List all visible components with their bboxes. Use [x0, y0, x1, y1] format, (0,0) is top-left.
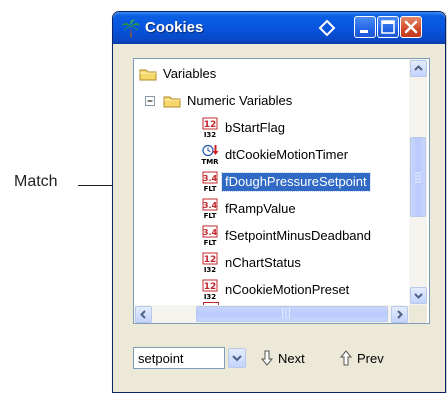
- variable-tree[interactable]: Variables Numeric Variables 12 I32 bStar…: [133, 58, 430, 324]
- int-type-icon: 12 I32: [202, 252, 218, 274]
- int-type-icon: 12 I32: [202, 117, 218, 139]
- svg-text:I32: I32: [204, 293, 216, 301]
- prev-label: Prev: [357, 350, 384, 366]
- int-type-icon: 12 I32: [202, 279, 218, 301]
- next-button[interactable]: Next: [260, 348, 305, 368]
- tree-item-fsetpointminusdeadband[interactable]: 3.4 FLT fSetpointMinusDeadband: [200, 225, 374, 247]
- cookies-window: Cookies Variables Numeric Variables 12 I…: [112, 11, 446, 393]
- collapse-icon[interactable]: [144, 95, 156, 107]
- svg-text:12: 12: [204, 255, 217, 265]
- minimize-icon: [360, 30, 368, 33]
- timer-type-icon: TMR: [201, 144, 219, 166]
- diamond-icon[interactable]: [317, 19, 337, 37]
- scroll-corner: [409, 305, 427, 323]
- chevron-left-icon: [140, 310, 146, 319]
- tree-item-numeric-variables[interactable]: Numeric Variables: [144, 90, 295, 112]
- title-bar[interactable]: Cookies: [113, 12, 445, 44]
- vertical-scroll-thumb[interactable]: [410, 137, 426, 217]
- scroll-left-button[interactable]: [135, 306, 152, 323]
- svg-text:12: 12: [204, 282, 217, 292]
- horizontal-scroll-thumb[interactable]: |||: [196, 306, 388, 322]
- close-button[interactable]: [400, 16, 422, 38]
- arrow-down-icon: [260, 350, 274, 366]
- scroll-up-button[interactable]: [410, 60, 427, 77]
- maximize-button[interactable]: [377, 16, 399, 38]
- folder-icon: [139, 69, 157, 81]
- chevron-down-icon: [414, 293, 423, 299]
- horizontal-scrollbar[interactable]: |||: [134, 305, 409, 323]
- chevron-down-icon: [232, 355, 242, 362]
- tree-item-fdoughpressuresetpoint[interactable]: 3.4 FLT fDoughPressureSetpoint: [200, 171, 371, 193]
- svg-text:3.4: 3.4: [203, 228, 218, 237]
- minimize-button[interactable]: [354, 16, 376, 38]
- svg-text:FLT: FLT: [204, 212, 217, 220]
- svg-text:I32: I32: [204, 131, 216, 139]
- float-type-icon: 3.4 FLT: [202, 225, 218, 247]
- vertical-scrollbar[interactable]: [409, 59, 427, 305]
- float-type-icon: 3.4 FLT: [202, 198, 218, 220]
- chevron-right-icon: [397, 310, 403, 319]
- maximize-icon: [381, 20, 395, 34]
- scroll-down-button[interactable]: [410, 287, 427, 304]
- next-label: Next: [278, 350, 305, 366]
- svg-text:I32: I32: [204, 266, 216, 274]
- svg-text:3.4: 3.4: [203, 174, 218, 183]
- tree-item-nchartstatus[interactable]: 12 I32 nChartStatus: [200, 252, 304, 274]
- grip-icon: [415, 172, 421, 183]
- horizontal-grip: |||: [281, 308, 292, 319]
- scroll-right-button[interactable]: [391, 306, 408, 323]
- tree-item-variables[interactable]: Variables: [138, 63, 219, 85]
- tree-item-dtcookiemotiontimer[interactable]: TMR dtCookieMotionTimer: [200, 144, 351, 166]
- prev-button[interactable]: Prev: [339, 348, 384, 368]
- search-combobox-input[interactable]: setpoint: [133, 347, 225, 369]
- svg-text:3.4: 3.4: [203, 201, 218, 210]
- tree-item-ncookiemotionpreset[interactable]: 12 I32 nCookieMotionPreset: [200, 279, 352, 301]
- arrow-up-icon: [339, 350, 353, 366]
- svg-text:FLT: FLT: [204, 239, 217, 247]
- svg-text:12: 12: [204, 120, 217, 130]
- search-dropdown-button[interactable]: [228, 348, 246, 368]
- palm-tree-icon: [121, 18, 141, 38]
- svg-text:FLT: FLT: [204, 185, 217, 193]
- tree-item-bstartflag[interactable]: 12 I32 bStartFlag: [200, 117, 288, 139]
- window-title: Cookies: [145, 19, 204, 36]
- folder-icon: [163, 96, 181, 108]
- tree-item-frampvalue[interactable]: 3.4 FLT fRampValue: [200, 198, 299, 220]
- float-type-icon: 3.4 FLT: [202, 171, 218, 193]
- close-icon: [404, 20, 418, 34]
- match-callout-label: Match: [14, 173, 58, 190]
- chevron-up-icon: [414, 65, 423, 71]
- search-value: setpoint: [138, 351, 184, 366]
- svg-text:TMR: TMR: [201, 158, 219, 166]
